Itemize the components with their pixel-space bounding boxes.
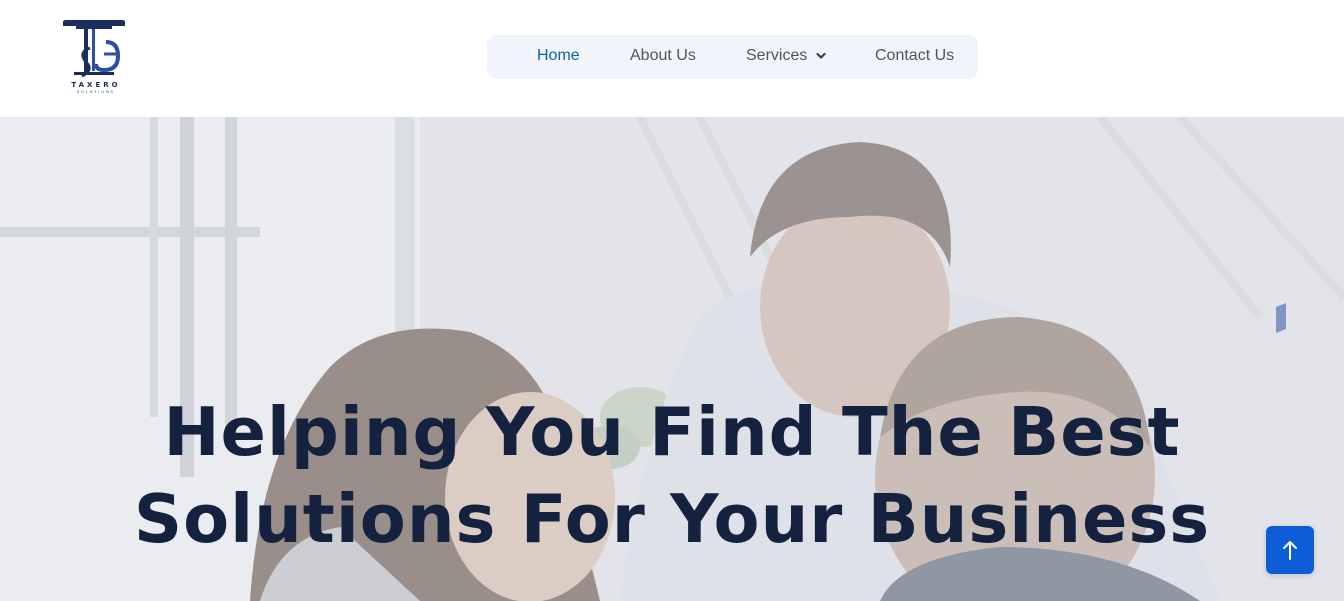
scroll-to-top-button[interactable] — [1266, 526, 1314, 574]
nav-home-label: Home — [537, 47, 580, 64]
nav-about-us[interactable]: About Us — [630, 47, 696, 65]
hero-headline: Helping You Find The Best Solutions For … — [0, 389, 1344, 563]
nav-home[interactable]: Home — [537, 47, 580, 65]
nav-services[interactable]: Services — [746, 47, 827, 65]
hero-headline-line2: Solutions For Your Business — [133, 480, 1211, 558]
nav-contact-us[interactable]: Contact Us — [875, 47, 954, 65]
arrow-up-icon — [1283, 541, 1297, 560]
chevron-down-icon — [816, 52, 826, 59]
main-navigation: Home About Us Services Contact Us — [487, 35, 978, 79]
brand-logo[interactable]: TAXERO SOLUTIONS — [60, 18, 132, 96]
site-header: TAXERO SOLUTIONS Home About Us Services … — [0, 0, 1344, 117]
nav-about-label: About Us — [630, 47, 696, 64]
logo-icon — [63, 20, 125, 78]
nav-services-label: Services — [746, 47, 808, 64]
nav-contact-label: Contact Us — [875, 47, 955, 64]
hero-headline-line1: Helping You Find The Best — [163, 393, 1181, 471]
hero-section: Helping You Find The Best Solutions For … — [0, 117, 1344, 601]
logo-tagline: SOLUTIONS — [76, 90, 116, 94]
logo-wordmark: TAXERO — [71, 81, 121, 89]
